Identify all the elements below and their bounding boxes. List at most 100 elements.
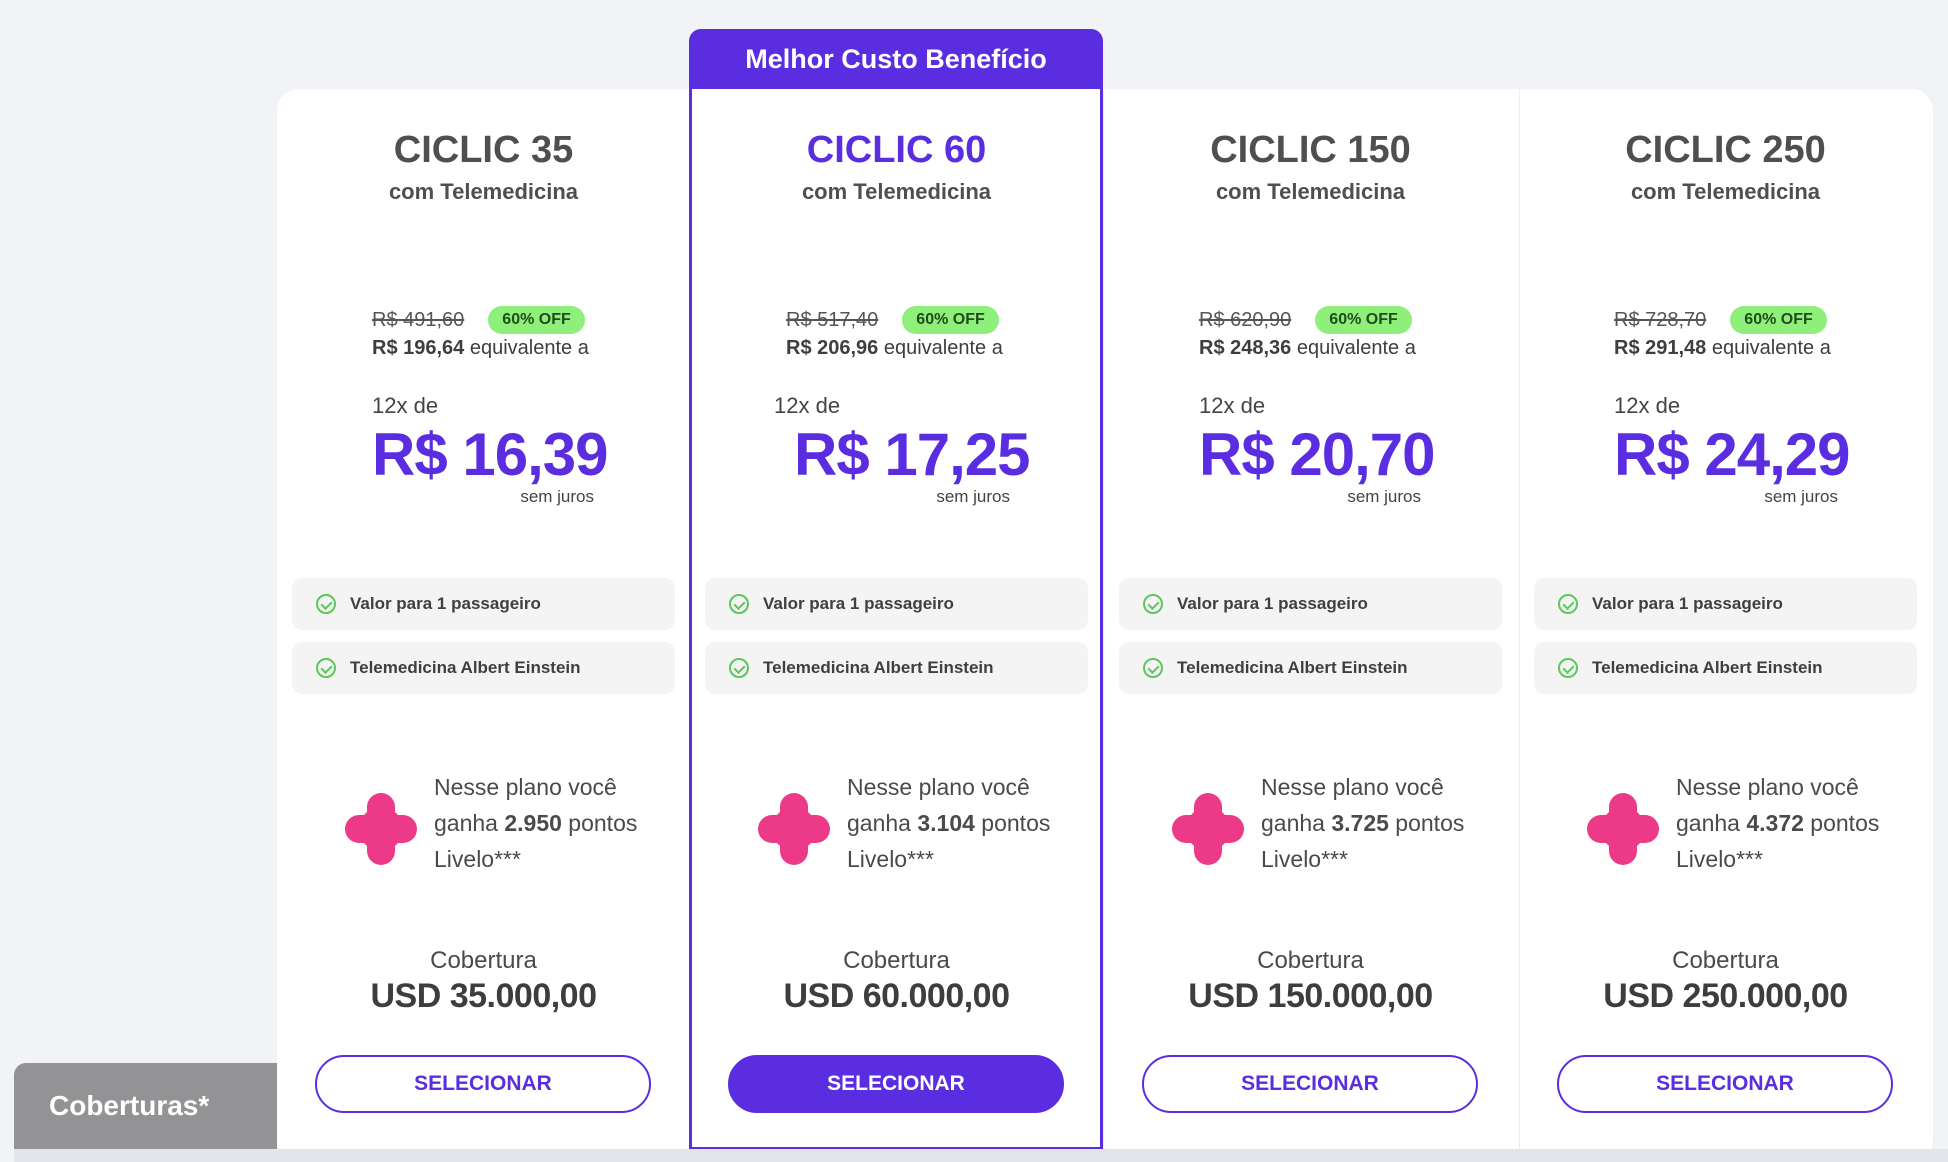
livelo-text: Nesse plano você ganha 2.950 pontos Live… bbox=[434, 774, 638, 872]
discount-badge: 60% OFF bbox=[488, 306, 585, 334]
equivalent-text: equivalente a bbox=[1291, 337, 1416, 359]
livelo-points-value: 2.950 bbox=[504, 810, 562, 836]
livelo-points: Nesse plano você ganha 3.725 pontos Live… bbox=[1172, 769, 1492, 889]
discount-badge: 60% OFF bbox=[902, 306, 999, 334]
check-circle-icon bbox=[729, 594, 749, 614]
plan-subtitle: com Telemedicina bbox=[388, 179, 579, 204]
discounted-price: R$ 206,96 equivalente a bbox=[786, 337, 1036, 360]
plan-card-ciclic-250: CICLIC 250 com Telemedicina R$ 728,70 60… bbox=[1519, 89, 1932, 1162]
plan-title: CICLIC 60 bbox=[806, 129, 987, 171]
discount-badge: 60% OFF bbox=[1315, 306, 1412, 334]
old-price: R$ 728,70 bbox=[1614, 308, 1707, 331]
installments-label: 12x de bbox=[1614, 393, 1681, 418]
discount-badge: 60% OFF bbox=[1730, 306, 1827, 334]
coverage-value: USD 150.000,00 bbox=[1188, 977, 1433, 1015]
price-block: R$ 491,60 60% OFF R$ 196,64 equivalente … bbox=[372, 303, 622, 507]
feature-item: Valor para 1 passageiro bbox=[292, 578, 675, 630]
equivalent-text: equivalente a bbox=[464, 337, 589, 359]
coverage-value: USD 250.000,00 bbox=[1603, 977, 1848, 1015]
plan-card-ciclic-150: CICLIC 150 com Telemedicina R$ 620,90 60… bbox=[1104, 89, 1517, 1162]
livelo-points: Nesse plano você ganha 2.950 pontos Live… bbox=[345, 769, 665, 889]
livelo-text: Nesse plano você ganha 3.725 pontos Live… bbox=[1261, 774, 1465, 872]
discounted-price: R$ 248,36 equivalente a bbox=[1199, 337, 1449, 360]
coverage-label: Cobertura bbox=[1672, 947, 1779, 974]
check-circle-icon bbox=[316, 658, 336, 678]
check-circle-icon bbox=[1143, 658, 1163, 678]
select-button[interactable]: SELECIONAR bbox=[1557, 1055, 1893, 1113]
coverages-tab[interactable]: Coberturas* bbox=[14, 1063, 277, 1149]
old-price: R$ 491,60 bbox=[372, 308, 465, 331]
livelo-points: Nesse plano você ganha 4.372 pontos Live… bbox=[1587, 769, 1907, 889]
discounted-price: R$ 196,64 equivalente a bbox=[372, 337, 622, 360]
livelo-points-value: 3.725 bbox=[1331, 810, 1389, 836]
check-circle-icon bbox=[316, 594, 336, 614]
livelo-plus-icon bbox=[1587, 793, 1659, 865]
feature-label: Valor para 1 passageiro bbox=[1592, 594, 1783, 613]
livelo-points: Nesse plano você ganha 3.104 pontos Live… bbox=[758, 769, 1078, 889]
installments-label: 12x de bbox=[372, 393, 439, 418]
installment-value: R$ 24,29 bbox=[1614, 421, 1851, 488]
no-interest-label: sem juros bbox=[1764, 487, 1838, 506]
new-price: R$ 196,64 bbox=[372, 337, 465, 359]
feature-item: Telemedicina Albert Einstein bbox=[1119, 642, 1502, 694]
new-price: R$ 248,36 bbox=[1199, 337, 1292, 359]
old-price: R$ 517,40 bbox=[786, 308, 879, 331]
coverage-value: USD 35.000,00 bbox=[370, 977, 598, 1015]
price-block: R$ 620,90 60% OFF R$ 248,36 equivalente … bbox=[1199, 303, 1449, 507]
equivalent-text: equivalente a bbox=[1706, 337, 1831, 359]
new-price: R$ 291,48 bbox=[1614, 337, 1707, 359]
feature-label: Telemedicina Albert Einstein bbox=[1592, 658, 1823, 677]
plan-title: CICLIC 35 bbox=[393, 129, 574, 171]
select-button[interactable]: SELECIONAR bbox=[315, 1055, 651, 1113]
coverage-label: Cobertura bbox=[843, 947, 950, 974]
feature-label: Telemedicina Albert Einstein bbox=[763, 658, 994, 677]
feature-label: Telemedicina Albert Einstein bbox=[350, 658, 581, 677]
new-price: R$ 206,96 bbox=[786, 337, 879, 359]
livelo-points-value: 4.372 bbox=[1746, 810, 1804, 836]
best-value-banner: Melhor Custo Benefício bbox=[689, 29, 1103, 89]
installments-label: 12x de bbox=[774, 393, 841, 418]
feature-item: Valor para 1 passageiro bbox=[1534, 578, 1917, 630]
feature-item: Valor para 1 passageiro bbox=[705, 578, 1088, 630]
feature-label: Valor para 1 passageiro bbox=[1177, 594, 1368, 613]
feature-item: Telemedicina Albert Einstein bbox=[1534, 642, 1917, 694]
old-price: R$ 620,90 bbox=[1199, 308, 1292, 331]
plan-subtitle: com Telemedicina bbox=[1630, 179, 1821, 204]
livelo-text: Nesse plano você ganha 3.104 pontos Live… bbox=[847, 774, 1051, 872]
check-circle-icon bbox=[1558, 594, 1578, 614]
feature-label: Valor para 1 passageiro bbox=[763, 594, 954, 613]
livelo-plus-icon bbox=[1172, 793, 1244, 865]
livelo-plus-icon bbox=[345, 793, 417, 865]
feature-label: Valor para 1 passageiro bbox=[350, 594, 541, 613]
feature-item: Telemedicina Albert Einstein bbox=[705, 642, 1088, 694]
installments-label: 12x de bbox=[1199, 393, 1266, 418]
livelo-text: Nesse plano você ganha 4.372 pontos Live… bbox=[1676, 774, 1880, 872]
check-circle-icon bbox=[729, 658, 749, 678]
plan-subtitle: com Telemedicina bbox=[801, 179, 992, 204]
check-circle-icon bbox=[1143, 594, 1163, 614]
price-block: R$ 728,70 60% OFF R$ 291,48 equivalente … bbox=[1614, 303, 1864, 507]
feature-item: Telemedicina Albert Einstein bbox=[292, 642, 675, 694]
plan-title: CICLIC 150 bbox=[1210, 129, 1411, 171]
plan-card-ciclic-60: CICLIC 60 com Telemedicina R$ 517,40 60%… bbox=[690, 89, 1103, 1162]
check-circle-icon bbox=[1558, 658, 1578, 678]
plan-subtitle: com Telemedicina bbox=[1215, 179, 1406, 204]
livelo-plus-icon bbox=[758, 793, 830, 865]
select-button[interactable]: SELECIONAR bbox=[728, 1055, 1064, 1113]
coverage-table-edge bbox=[14, 1149, 1948, 1162]
equivalent-text: equivalente a bbox=[878, 337, 1003, 359]
feature-item: Valor para 1 passageiro bbox=[1119, 578, 1502, 630]
installment-value: R$ 20,70 bbox=[1199, 421, 1436, 488]
plan-card-ciclic-35: CICLIC 35 com Telemedicina R$ 491,60 60%… bbox=[277, 89, 690, 1162]
feature-label: Telemedicina Albert Einstein bbox=[1177, 658, 1408, 677]
plan-title: CICLIC 250 bbox=[1625, 129, 1826, 171]
installment-value: R$ 16,39 bbox=[372, 421, 609, 488]
no-interest-label: sem juros bbox=[936, 487, 1010, 506]
price-block: R$ 517,40 60% OFF R$ 206,96 equivalente … bbox=[774, 303, 1036, 507]
coverage-value: USD 60.000,00 bbox=[783, 977, 1011, 1015]
livelo-points-value: 3.104 bbox=[917, 810, 975, 836]
select-button[interactable]: SELECIONAR bbox=[1142, 1055, 1478, 1113]
no-interest-label: sem juros bbox=[1347, 487, 1421, 506]
installment-value: R$ 17,25 bbox=[794, 421, 1031, 488]
coverage-label: Cobertura bbox=[1257, 947, 1364, 974]
